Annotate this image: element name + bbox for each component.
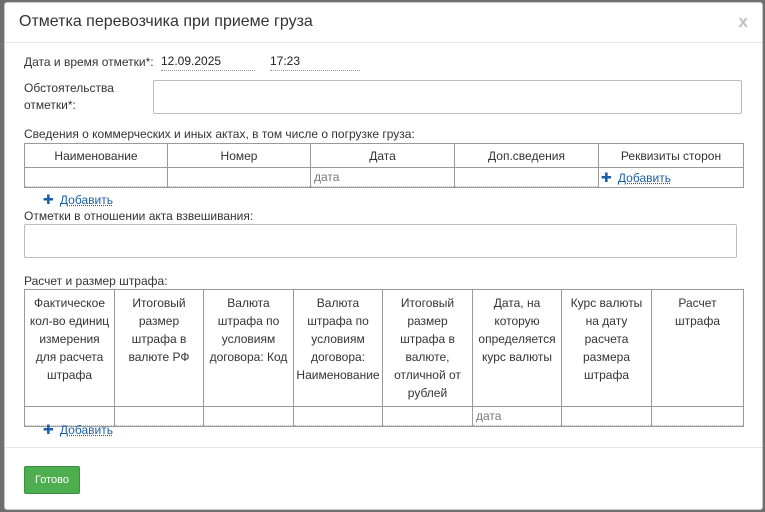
add-parties-link[interactable]: Добавить	[618, 171, 671, 185]
close-icon[interactable]: x	[739, 12, 748, 32]
fine-label: Расчет и размер штрафа:	[24, 274, 168, 288]
table-row: дата	[24, 406, 744, 427]
dialog: Отметка перевозчика при приеме груза x Д…	[4, 2, 763, 510]
weighing-input[interactable]	[24, 224, 737, 258]
acts-cell-number[interactable]	[167, 167, 311, 188]
fine-table: Фактическое кол-во единиц измерения для …	[24, 289, 744, 427]
plus-icon: ✚	[43, 192, 54, 207]
fine-header-currency-name: Валюта штрафа по условиям договора: Наим…	[293, 289, 383, 407]
acts-cell-date[interactable]: дата	[310, 167, 455, 188]
circumstances-label-line1: Обстоятельства	[24, 81, 114, 95]
fine-total-foreign-input[interactable]	[383, 408, 472, 426]
fine-header-rate: Курс валюты на дату расчета размера штра…	[561, 289, 652, 407]
plus-icon: ✚	[43, 422, 54, 437]
circumstances-input[interactable]	[153, 80, 742, 114]
fine-header-qty: Фактическое кол-во единиц измерения для …	[24, 289, 115, 407]
fine-currency-name-input[interactable]	[294, 408, 382, 426]
circumstances-label-line2: отметки*:	[24, 98, 76, 112]
fine-rate-date-input[interactable]: дата	[473, 408, 561, 426]
fine-currency-code-input[interactable]	[204, 408, 293, 426]
fine-cell-rate[interactable]	[561, 406, 652, 427]
add-fine-link[interactable]: Добавить	[60, 423, 113, 437]
acts-add-row: ✚ Добавить	[43, 192, 113, 208]
fine-header-rate-date: Дата, на которую определяется курс валют…	[472, 289, 562, 407]
dialog-title: Отметка перевозчика при приеме груза	[19, 13, 313, 30]
acts-label: Сведения о коммерческих и иных актах, в …	[24, 127, 415, 141]
acts-header-number: Номер	[167, 143, 311, 168]
acts-cell-name[interactable]	[24, 167, 168, 188]
acts-cell-parties: ✚ Добавить	[598, 167, 744, 188]
dialog-header: Отметка перевозчика при приеме груза x	[5, 3, 762, 43]
fine-header-calc: Расчет штрафа	[651, 289, 744, 407]
fine-cell-currency-name[interactable]	[293, 406, 383, 427]
fine-cell-calc[interactable]	[651, 406, 744, 427]
acts-header-parties: Реквизиты сторон	[598, 143, 744, 168]
time-field[interactable]: 17:23	[270, 54, 360, 71]
acts-date-input[interactable]: дата	[311, 169, 454, 187]
fine-header-currency-code: Валюта штрафа по условиям договора: Код	[203, 289, 294, 407]
fine-cell-rate-date[interactable]: дата	[472, 406, 562, 427]
acts-cell-extra[interactable]	[454, 167, 599, 188]
fine-cell-total-foreign[interactable]	[382, 406, 473, 427]
done-button[interactable]: Готово	[24, 466, 80, 494]
acts-name-input[interactable]	[25, 169, 167, 187]
weighing-label: Отметки в отношении акта взвешивания:	[24, 209, 254, 223]
acts-header-extra: Доп.сведения	[454, 143, 599, 168]
acts-header-name: Наименование	[24, 143, 168, 168]
acts-header-date: Дата	[310, 143, 455, 168]
fine-header-total-rub: Итоговый размер штрафа в валюте РФ	[114, 289, 204, 407]
fine-total-rub-input[interactable]	[115, 408, 203, 426]
date-field[interactable]: 12.09.2025	[161, 54, 255, 71]
acts-number-input[interactable]	[168, 169, 310, 187]
fine-rate-input[interactable]	[562, 408, 651, 426]
fine-cell-currency-code[interactable]	[203, 406, 294, 427]
fine-header-total-foreign: Итоговый размер штрафа в валюте, отлично…	[382, 289, 473, 407]
acts-extra-input[interactable]	[455, 169, 598, 187]
fine-add-row: ✚ Добавить	[43, 422, 113, 438]
circumstances-label: Обстоятельства отметки*:	[24, 80, 114, 114]
acts-table: Наименование Номер Дата Доп.сведения Рек…	[24, 143, 744, 188]
add-act-link[interactable]: Добавить	[60, 193, 113, 207]
plus-icon: ✚	[601, 169, 612, 185]
fine-cell-total-rub[interactable]	[114, 406, 204, 427]
table-row: дата ✚ Добавить	[24, 167, 744, 188]
fine-calc-input[interactable]	[652, 408, 743, 426]
dialog-footer: Готово	[5, 447, 762, 509]
datetime-label: Дата и время отметки*:	[24, 55, 154, 69]
